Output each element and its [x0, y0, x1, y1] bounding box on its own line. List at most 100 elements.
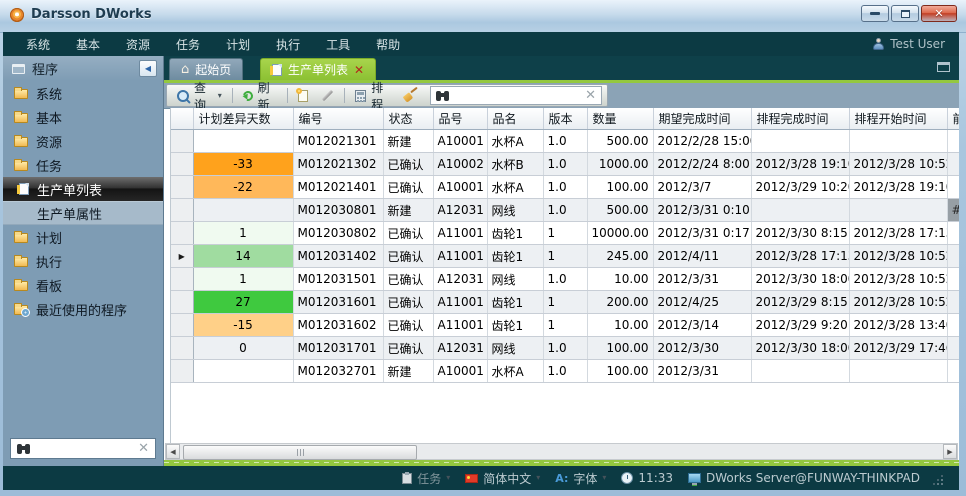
cell-selector[interactable] — [171, 337, 193, 360]
cell-status[interactable]: 新建 — [383, 360, 433, 383]
sidebar-item-10[interactable]: 最近使用的程序 — [3, 297, 163, 321]
sidebar-item-9[interactable]: 看板 — [3, 273, 163, 297]
new-document-button[interactable] — [293, 88, 313, 104]
cell-code[interactable]: M012032701 — [293, 360, 383, 383]
cell-code[interactable]: M012031402 — [293, 245, 383, 268]
sidebar-search-clear-icon[interactable]: ✕ — [138, 442, 149, 455]
cell-expect_time[interactable]: 2012/3/14 — [653, 314, 751, 337]
cell-marker[interactable] — [947, 360, 959, 383]
cell-sched_start[interactable]: 2012/3/28 13:40 — [849, 314, 947, 337]
table-row[interactable]: 0M012031701已确认A12031网线1.0100.002012/3/30… — [171, 337, 959, 360]
cell-version[interactable]: 1 — [543, 314, 587, 337]
sidebar-item-3[interactable]: 资源 — [3, 129, 163, 153]
horizontal-scrollbar[interactable]: ◀ ▶ — [165, 443, 958, 460]
cell-item_no[interactable]: A10001 — [433, 360, 487, 383]
sidebar-collapse-button[interactable]: ◀ — [139, 60, 157, 77]
cell-item_no[interactable]: A11001 — [433, 222, 487, 245]
column-header-diff[interactable]: 计划差异天数 — [193, 108, 293, 130]
cell-item_no[interactable]: A10001 — [433, 130, 487, 153]
sidebar-item-6[interactable]: 生产单属性 — [3, 201, 163, 225]
cell-code[interactable]: M012021302 — [293, 153, 383, 176]
cell-status[interactable]: 已确认 — [383, 222, 433, 245]
cell-selector[interactable] — [171, 130, 193, 153]
cell-status[interactable]: 已确认 — [383, 153, 433, 176]
cell-status[interactable]: 新建 — [383, 199, 433, 222]
cell-expect_time[interactable]: 2012/4/11 — [653, 245, 751, 268]
column-header-expect_time[interactable]: 期望完成时间 — [653, 108, 751, 130]
cell-code[interactable]: M012021301 — [293, 130, 383, 153]
cell-expect_time[interactable]: 2012/3/31 0:17 — [653, 222, 751, 245]
cell-diff[interactable]: 27 — [193, 291, 293, 314]
cell-selector[interactable] — [171, 222, 193, 245]
cell-item_no[interactable]: A10001 — [433, 176, 487, 199]
menu-item-1[interactable]: 系统 — [13, 33, 63, 56]
cell-sched_finish[interactable]: 2012/3/30 18:00 — [751, 268, 849, 291]
cell-expect_time[interactable]: 2012/3/30 — [653, 337, 751, 360]
close-button[interactable]: ✕ — [921, 5, 957, 22]
cell-sched_finish[interactable]: 2012/3/29 9:20 — [751, 314, 849, 337]
cell-sched_start[interactable] — [849, 130, 947, 153]
cell-selector[interactable] — [171, 199, 193, 222]
sidebar-item-2[interactable]: 基本 — [3, 105, 163, 129]
cell-diff[interactable]: 1 — [193, 222, 293, 245]
cell-sched_start[interactable]: 2012/3/28 10:52 — [849, 153, 947, 176]
cell-code[interactable]: M012030802 — [293, 222, 383, 245]
cell-marker[interactable] — [947, 222, 959, 245]
cell-status[interactable]: 已确认 — [383, 314, 433, 337]
cell-marker[interactable] — [947, 153, 959, 176]
cell-sched_start[interactable]: 2012/3/28 10:52 — [849, 291, 947, 314]
cell-marker[interactable] — [947, 176, 959, 199]
edit-button[interactable] — [316, 92, 339, 99]
cell-sched_finish[interactable]: 2012/3/29 10:20 — [751, 176, 849, 199]
cell-code[interactable]: M012021401 — [293, 176, 383, 199]
cell-expect_time[interactable]: 2012/3/31 0:10 — [653, 199, 751, 222]
cell-item_name[interactable]: 网线 — [487, 337, 543, 360]
float-panel-icon[interactable] — [937, 62, 950, 72]
table-row[interactable]: -33M012021302已确认A10002水杯B1.01000.002012/… — [171, 153, 959, 176]
column-header-code[interactable]: 编号 — [293, 108, 383, 130]
cell-item_no[interactable]: A11001 — [433, 291, 487, 314]
cell-version[interactable]: 1.0 — [543, 268, 587, 291]
cell-qty[interactable]: 100.00 — [587, 360, 653, 383]
column-header-item_name[interactable]: 品名 — [487, 108, 543, 130]
cell-selector[interactable] — [171, 314, 193, 337]
cell-marker[interactable]: # — [947, 199, 959, 222]
sidebar-item-5[interactable]: 生产单列表 — [3, 177, 163, 201]
cell-selector[interactable] — [171, 268, 193, 291]
language-status-item[interactable]: 简体中文 ▾ — [465, 470, 540, 487]
cell-marker[interactable] — [947, 291, 959, 314]
cell-expect_time[interactable]: 2012/3/7 — [653, 176, 751, 199]
cell-code[interactable]: M012031501 — [293, 268, 383, 291]
table-row[interactable]: -15M012031602已确认A11001齿轮1110.002012/3/14… — [171, 314, 959, 337]
sidebar-item-8[interactable]: 执行 — [3, 249, 163, 273]
cell-sched_finish[interactable]: 2012/3/30 8:15 — [751, 222, 849, 245]
menu-item-6[interactable]: 执行 — [263, 33, 313, 56]
minimize-button[interactable] — [861, 5, 889, 22]
cell-status[interactable]: 已确认 — [383, 291, 433, 314]
column-header-selector[interactable] — [171, 108, 193, 130]
cell-status[interactable]: 已确认 — [383, 176, 433, 199]
scroll-right-arrow[interactable]: ▶ — [943, 444, 957, 459]
current-row-indicator[interactable]: ▶ — [171, 245, 193, 268]
cell-sched_finish[interactable] — [751, 360, 849, 383]
cell-code[interactable]: M012031701 — [293, 337, 383, 360]
maximize-button[interactable] — [891, 5, 919, 22]
cell-selector[interactable] — [171, 153, 193, 176]
cell-version[interactable]: 1.0 — [543, 130, 587, 153]
cell-selector[interactable] — [171, 360, 193, 383]
column-header-version[interactable]: 版本 — [543, 108, 587, 130]
cell-qty[interactable]: 200.00 — [587, 291, 653, 314]
column-header-status[interactable]: 状态 — [383, 108, 433, 130]
cell-version[interactable]: 1.0 — [543, 176, 587, 199]
cell-sched_finish[interactable]: 2012/3/28 17:13 — [751, 245, 849, 268]
cell-expect_time[interactable]: 2012/2/24 8:00 — [653, 153, 751, 176]
menu-item-5[interactable]: 计划 — [213, 33, 263, 56]
cell-diff[interactable]: 1 — [193, 268, 293, 291]
sidebar-item-4[interactable]: 任务 — [3, 153, 163, 177]
cell-item_name[interactable]: 网线 — [487, 199, 543, 222]
cell-marker[interactable] — [947, 130, 959, 153]
column-header-sched_finish[interactable]: 排程完成时间 — [751, 108, 849, 130]
cell-qty[interactable]: 10.00 — [587, 314, 653, 337]
cell-diff[interactable]: -22 — [193, 176, 293, 199]
clear-button[interactable] — [399, 87, 422, 104]
